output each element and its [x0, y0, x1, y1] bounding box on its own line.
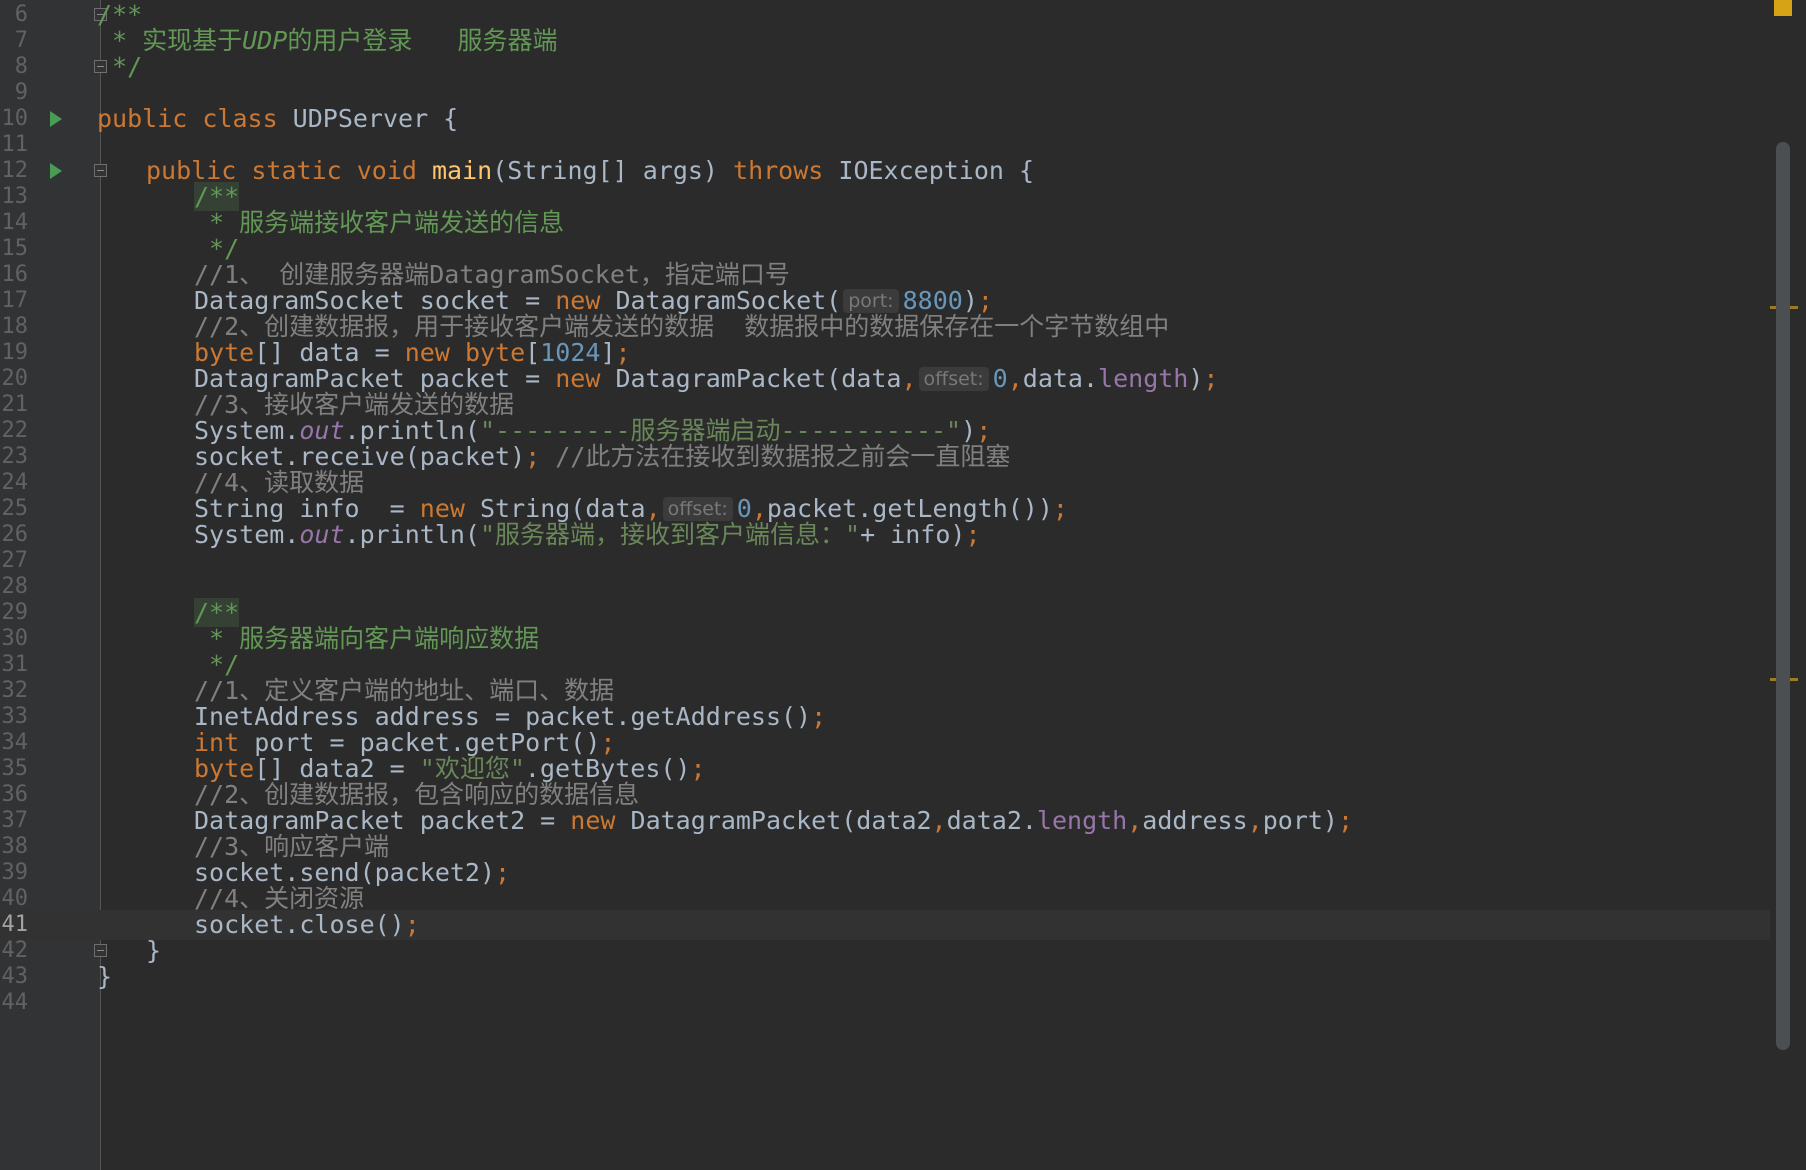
fold-icon[interactable]: [94, 164, 107, 177]
fold-end-icon[interactable]: [94, 944, 107, 957]
parameter-hint: offset:: [662, 497, 733, 521]
code-editor[interactable]: 6 /** 7 * 实现基于UDP的用户登录 服务器端 8 */ 9 10 pu…: [0, 0, 1806, 1170]
code-line[interactable]: 44: [0, 988, 1770, 1018]
parameter-hint: port:: [843, 289, 899, 313]
run-class-icon[interactable]: [50, 111, 62, 127]
line-number: 44: [1, 990, 29, 1015]
run-main-icon[interactable]: [50, 163, 62, 179]
parameter-hint: offset:: [918, 367, 989, 391]
vertical-scrollbar[interactable]: [1776, 142, 1790, 1050]
inspection-warning-icon[interactable]: [1774, 0, 1792, 16]
